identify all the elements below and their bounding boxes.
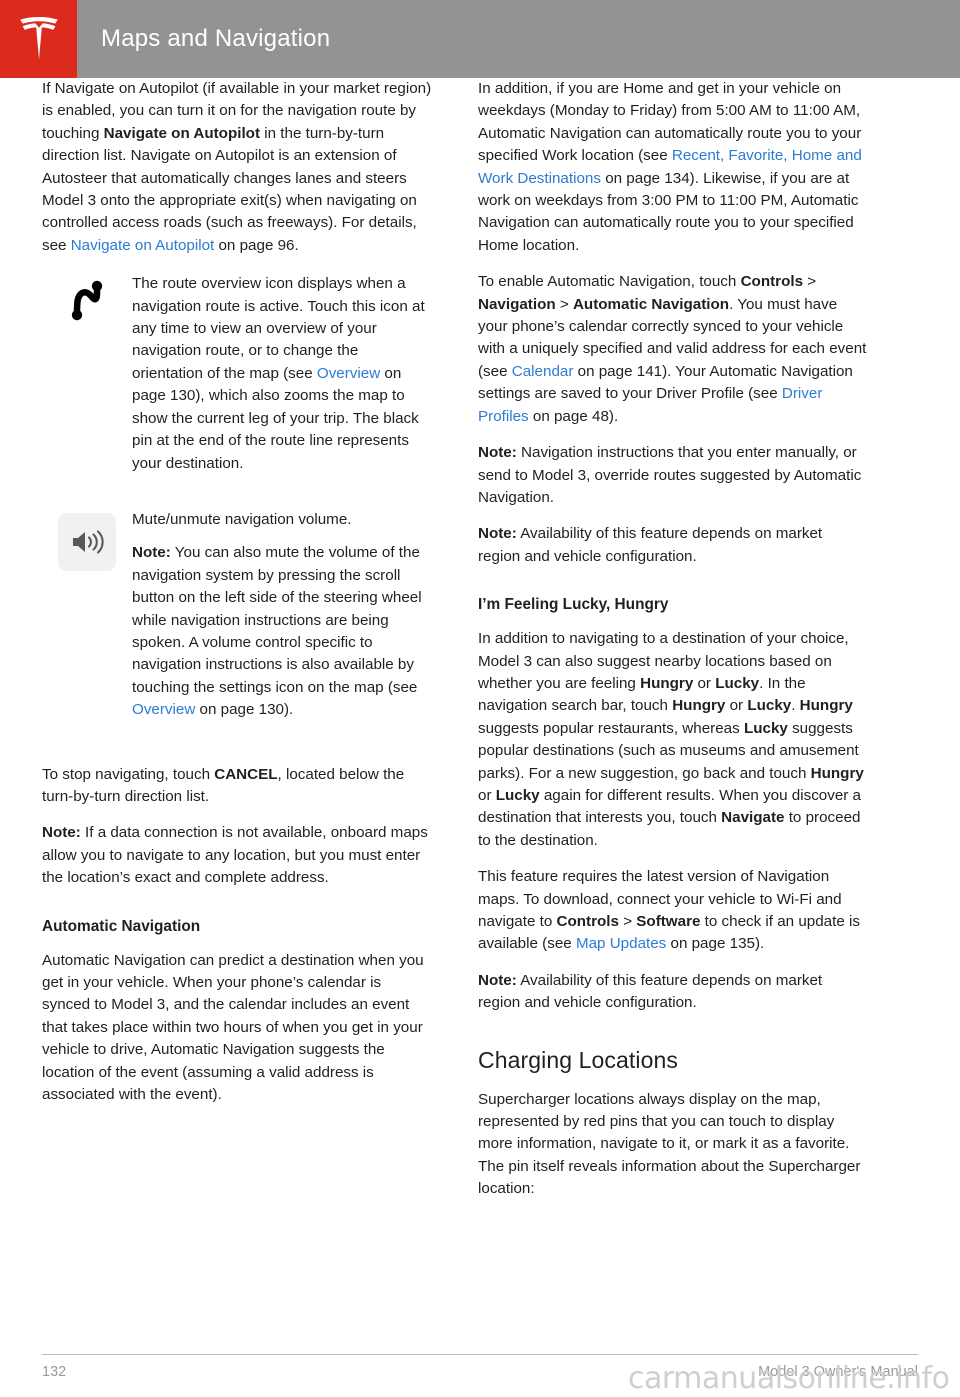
bold-term: Lucky bbox=[715, 674, 760, 692]
paragraph-charging-locations: Supercharger locations always display on… bbox=[478, 1090, 861, 1198]
route-overview-icon-row: The route overview icon displays when a … bbox=[42, 273, 432, 475]
text-run: or bbox=[478, 786, 496, 804]
speaker-volume-icon bbox=[58, 512, 116, 571]
text-run: You can also mute the volume of the navi… bbox=[132, 544, 422, 696]
page-footer: 132 Model 3 Owner's Manual bbox=[42, 1354, 918, 1397]
bold-term: Controls bbox=[556, 913, 619, 930]
paragraph-navigate-on-autopilot: If Navigate on Autopilot (if available i… bbox=[42, 78, 432, 257]
text-run: on page 48). bbox=[528, 407, 619, 425]
bold-term: Hungry bbox=[799, 697, 853, 715]
note-label: Note: bbox=[42, 824, 81, 842]
text-run: . bbox=[791, 697, 800, 715]
text-run: To stop navigating, touch bbox=[42, 765, 215, 783]
cross-reference-link[interactable]: Overview bbox=[132, 701, 195, 718]
bold-term: Navigation bbox=[478, 295, 556, 313]
icon-cell bbox=[42, 509, 132, 571]
volume-icon-row: Mute/unmute navigation volume. Note: You… bbox=[42, 509, 432, 722]
page-header: Maps and Navigation bbox=[0, 0, 960, 78]
paragraph-map-updates: This feature requires the latest version… bbox=[478, 866, 868, 956]
bold-term: Lucky bbox=[495, 786, 540, 804]
text-run: on page 96. bbox=[214, 236, 299, 254]
note-manual-override: Note: Navigation instructions that you e… bbox=[478, 442, 868, 509]
cross-reference-link[interactable]: Map Updates bbox=[576, 935, 666, 952]
right-column: In addition, if you are Home and get in … bbox=[478, 78, 868, 1215]
text-run: > bbox=[555, 295, 573, 313]
paragraph-mute-unmute: Mute/unmute navigation volume. bbox=[132, 510, 352, 528]
cross-reference-link[interactable]: Navigate on Autopilot bbox=[71, 237, 215, 254]
bold-term: Lucky bbox=[747, 697, 792, 715]
bold-term: Software bbox=[636, 913, 701, 930]
paragraph-home-work-schedule: In addition, if you are Home and get in … bbox=[478, 78, 868, 257]
text-run: Navigation instructions that you enter m… bbox=[478, 444, 862, 506]
paragraph-lucky-hungry: In addition to navigating to a destinati… bbox=[478, 628, 868, 852]
footer-manual-title: Model 3 Owner's Manual bbox=[758, 1364, 918, 1380]
text-run: on page 130). bbox=[195, 701, 294, 719]
bold-term: Hungry bbox=[640, 674, 694, 692]
text-run: > bbox=[618, 913, 637, 930]
note-label: Note: bbox=[478, 444, 517, 462]
bold-term: CANCEL bbox=[214, 765, 278, 783]
text-run: suggests popular restaurants, whereas bbox=[478, 719, 744, 737]
paragraph-automatic-navigation: Automatic Navigation can predict a desti… bbox=[42, 951, 424, 1104]
text-run: or bbox=[693, 674, 716, 692]
bold-term: Navigate on Autopilot bbox=[103, 124, 261, 142]
note-availability-1: Note: Availability of this feature depen… bbox=[478, 523, 868, 568]
text-run: Availability of this feature depends on … bbox=[478, 525, 823, 565]
icon-description: The route overview icon displays when a … bbox=[132, 273, 432, 475]
text-run: in the turn-by-turn direction list. Navi… bbox=[42, 124, 417, 254]
footer-page-number: 132 bbox=[42, 1364, 67, 1380]
tesla-logo-icon bbox=[16, 17, 62, 61]
note-label: Note: bbox=[132, 544, 171, 562]
text-run: Availability of this feature depends on … bbox=[478, 971, 823, 1012]
route-overview-icon bbox=[66, 277, 108, 330]
page-body: If Navigate on Autopilot (if available i… bbox=[0, 78, 960, 1340]
note-label: Note: bbox=[478, 971, 517, 989]
tesla-logo-block bbox=[0, 0, 77, 78]
text-run: or bbox=[725, 697, 748, 715]
bold-term: Hungry bbox=[672, 697, 726, 715]
cross-reference-link[interactable]: Overview bbox=[317, 365, 380, 382]
text-run: on page 135). bbox=[666, 935, 765, 953]
bold-term: Hungry bbox=[810, 764, 864, 782]
bold-term: Navigate bbox=[721, 809, 785, 827]
text-run: If a data connection is not available, o… bbox=[42, 824, 428, 887]
bold-term: Automatic Navigation bbox=[572, 295, 730, 313]
cross-reference-link[interactable]: Calendar bbox=[512, 363, 574, 380]
paragraph-cancel: To stop navigating, touch CANCEL, locate… bbox=[42, 764, 432, 809]
text-run: > bbox=[803, 273, 817, 291]
heading-automatic-navigation: Automatic Navigation bbox=[42, 917, 201, 935]
bold-term: Lucky bbox=[743, 719, 788, 737]
icon-description: Mute/unmute navigation volume. Note: You… bbox=[132, 509, 432, 722]
paragraph-route-overview: The route overview icon displays when a … bbox=[132, 273, 432, 475]
icon-cell bbox=[42, 273, 132, 330]
note-offline-maps: Note: If a data connection is not availa… bbox=[42, 822, 432, 889]
page-title: Maps and Navigation bbox=[101, 25, 331, 52]
heading-feeling-lucky-hungry: I’m Feeling Lucky, Hungry bbox=[478, 596, 669, 614]
heading-charging-locations: Charging Locations bbox=[478, 1046, 678, 1073]
bold-term: Controls bbox=[740, 273, 804, 291]
text-run: To enable Automatic Navigation, touch bbox=[478, 273, 741, 291]
note-availability-2: Note: Availability of this feature depen… bbox=[478, 970, 868, 1015]
left-column: If Navigate on Autopilot (if available i… bbox=[42, 78, 432, 1120]
paragraph-enable-automatic-navigation: To enable Automatic Navigation, touch Co… bbox=[478, 271, 868, 428]
note-volume-control: Note: You can also mute the volume of th… bbox=[132, 542, 432, 721]
note-label: Note: bbox=[478, 525, 517, 543]
